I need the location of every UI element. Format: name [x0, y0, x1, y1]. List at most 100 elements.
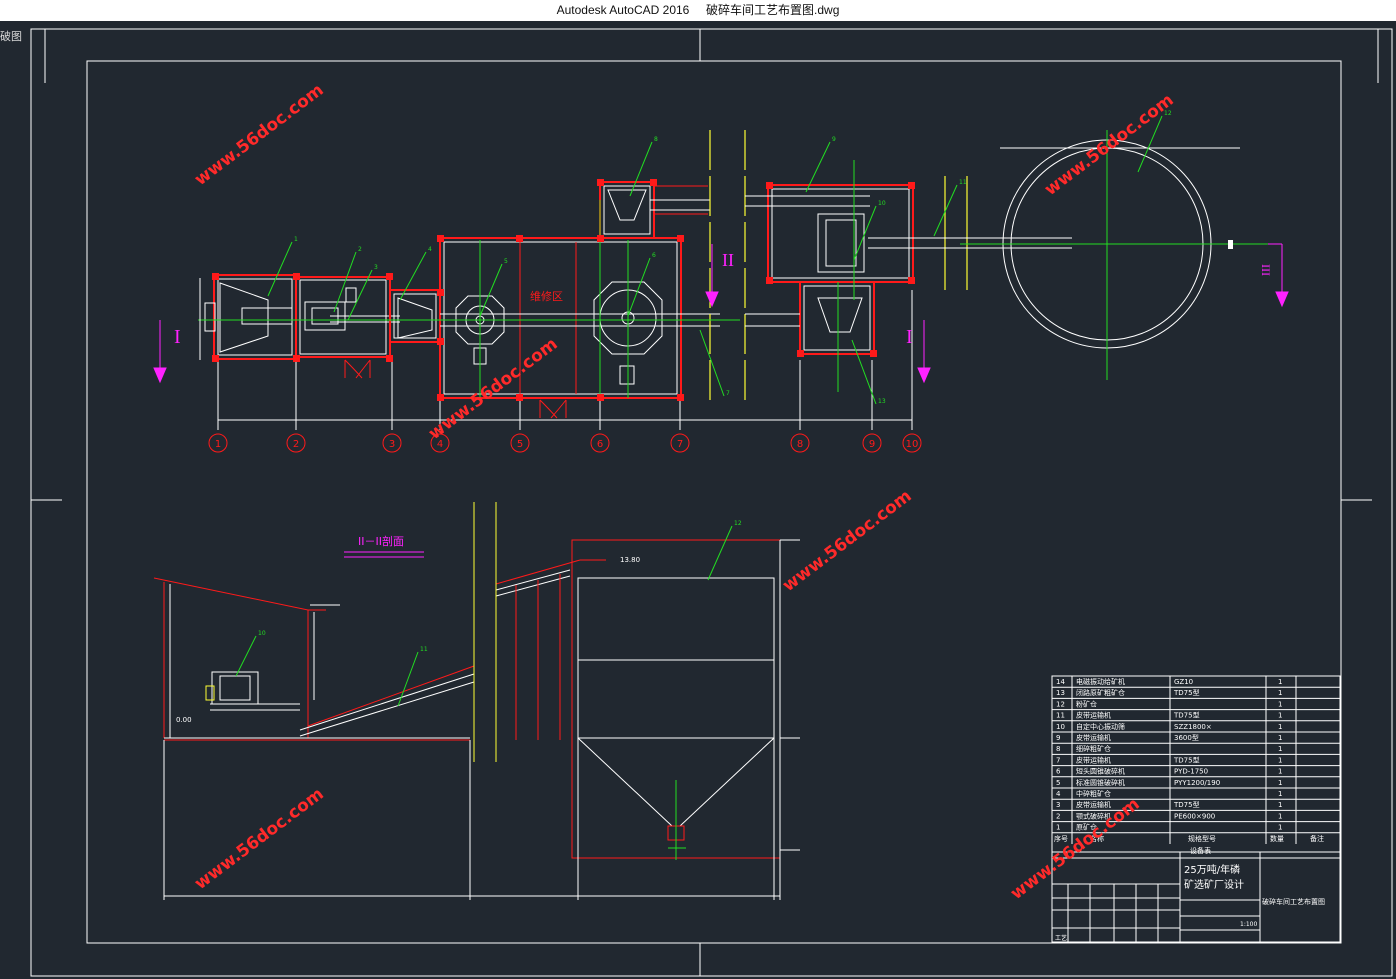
svg-text:10: 10	[906, 439, 919, 450]
svg-text:3: 3	[1056, 801, 1060, 809]
svg-text:PE600×900: PE600×900	[1174, 812, 1215, 820]
powder-silo-section	[571, 539, 781, 900]
plan-callout-1: 1	[267, 236, 298, 297]
svg-text:1: 1	[215, 439, 221, 450]
equipment-row: 12 粉矿仓 1	[1052, 699, 1340, 711]
axis-bubble-1: 1	[208, 433, 228, 453]
watermark-text: www.56doc.com	[779, 486, 916, 596]
svg-text:13: 13	[878, 398, 886, 405]
svg-text:7: 7	[677, 439, 683, 450]
svg-text:8: 8	[1056, 745, 1060, 753]
project-line-1: 25万吨/年磷	[1184, 863, 1240, 876]
svg-text:12: 12	[1056, 700, 1065, 708]
equipment-table-caption: 设备表	[1190, 846, 1211, 855]
equipment-row: 10 自定中心振动筛 SZZ1800× 1	[1052, 722, 1340, 733]
watermark-text: www.56doc.com	[1041, 90, 1178, 200]
watermark-text: www.56doc.com	[425, 334, 562, 444]
plan-view[interactable]: I I II III 维修区 1 2 3 4 5 6 7 8 9 10 12345678 91011…	[153, 110, 1289, 453]
svg-text:皮带运输机: 皮带运输机	[1076, 800, 1111, 809]
building-screen-house	[745, 184, 1072, 283]
svg-text:1: 1	[1278, 712, 1282, 720]
svg-text:4: 4	[428, 246, 432, 253]
watermark-text: www.56doc.com	[191, 80, 328, 190]
svg-text:4: 4	[1056, 790, 1061, 798]
section-markers	[153, 243, 1289, 384]
building-jaw-crusher	[295, 276, 400, 379]
svg-text:10: 10	[878, 200, 886, 207]
svg-text:TD75型: TD75型	[1173, 711, 1200, 720]
stage-label: 工艺	[1055, 934, 1067, 942]
axis-bubbles: 1 2 3 4 5 6 7 8 9 10	[208, 433, 922, 453]
section-mark-iii: III	[1259, 264, 1273, 276]
powder-silo-plan	[960, 130, 1270, 380]
svg-text:7: 7	[726, 390, 730, 397]
svg-text:1: 1	[1056, 824, 1060, 832]
svg-text:6: 6	[597, 439, 603, 450]
screen-house-section	[153, 577, 470, 741]
cad-drawing-canvas[interactable]: I I II III 维修区 1 2 3 4 5 6 7 8 9 10 12345678 91011…	[0, 21, 1396, 979]
building-medium-bin	[389, 289, 441, 343]
axis-bubble-10: 10	[902, 433, 922, 453]
conveyor-trestle	[515, 574, 561, 740]
equipment-row: 7 皮带运输机 TD75型 1	[1052, 755, 1340, 767]
svg-text:13: 13	[1056, 689, 1065, 697]
building-lower-bin	[745, 281, 875, 355]
building-fine-bin	[599, 181, 710, 239]
equipment-row: 6 短头圆锥破碎机 PYD-1750 1	[1052, 767, 1340, 778]
section-mark-i-left: I	[174, 326, 181, 348]
svg-text:9: 9	[1056, 734, 1060, 742]
title-block[interactable]: 25万吨/年磷 矿选矿厂设计 破碎车间工艺布置图 1:100 工艺	[1051, 851, 1341, 943]
vibrating-screen-section	[205, 671, 300, 711]
axis-bubble-3: 3	[382, 433, 402, 453]
watermark-text: www.56doc.com	[191, 784, 328, 894]
svg-text:5: 5	[1056, 779, 1060, 787]
watermarks: www.56doc.com www.56doc.com www.56doc.com w…	[191, 80, 1178, 904]
svg-text:1: 1	[1278, 768, 1282, 776]
plan-callouts: 12345678 910111213	[267, 110, 1172, 405]
svg-text:14: 14	[1056, 678, 1065, 686]
app-title: Autodesk AutoCAD 2016	[556, 3, 690, 17]
window-title-bar: Autodesk AutoCAD 2016 破碎车间工艺布置图.dwg	[0, 0, 1396, 21]
svg-text:序号: 序号	[1054, 834, 1068, 843]
building-raw-ore-bin	[204, 274, 297, 360]
plan-callout-6: 6	[627, 252, 656, 317]
svg-text:5: 5	[517, 439, 523, 450]
plan-callout-9: 9	[805, 136, 836, 193]
file-name: 破碎车间工艺布置图.dwg	[706, 3, 840, 17]
section-mark-i-right: I	[906, 326, 913, 348]
plan-callout-3: 3	[347, 264, 378, 321]
svg-text:1: 1	[1278, 779, 1282, 787]
svg-text:9: 9	[832, 136, 836, 143]
svg-text:1: 1	[294, 236, 298, 243]
svg-text:PYY1200/190: PYY1200/190	[1174, 779, 1220, 787]
svg-text:细碎粗矿仓: 细碎粗矿仓	[1076, 744, 1111, 753]
column-markers	[212, 179, 1233, 401]
plan-callout-11: 11	[933, 179, 967, 237]
svg-text:电磁振动给矿机: 电磁振动给矿机	[1076, 677, 1125, 686]
equipment-row: 4 中碎粗矿仓 1	[1052, 789, 1340, 800]
svg-text:GZ10: GZ10	[1174, 678, 1193, 686]
svg-text:PYD-1750: PYD-1750	[1174, 768, 1208, 776]
axis-bubble-6: 6	[590, 433, 610, 453]
section-callouts: 10 11 12	[235, 520, 742, 707]
equipment-row: 14 电磁振动给矿机 GZ10 1	[1052, 677, 1340, 688]
svg-text:10: 10	[258, 630, 266, 637]
svg-text:1: 1	[1278, 756, 1282, 764]
equipment-row: 11 皮带运输机 TD75型 1	[1052, 711, 1340, 722]
svg-text:11: 11	[959, 179, 967, 186]
svg-text:6: 6	[652, 252, 656, 259]
svg-text:皮带运输机: 皮带运输机	[1076, 711, 1111, 720]
svg-text:3: 3	[374, 264, 378, 271]
equipment-row: 5 标准圆锥破碎机 PYY1200/190 1	[1052, 778, 1340, 789]
svg-text:TD75型: TD75型	[1173, 755, 1200, 764]
svg-text:1: 1	[1278, 824, 1282, 832]
svg-text:自定中心振动筛: 自定中心振动筛	[1076, 722, 1125, 731]
svg-text:3: 3	[389, 439, 395, 450]
svg-text:6: 6	[1056, 768, 1061, 776]
svg-text:1: 1	[1278, 790, 1282, 798]
svg-text:5: 5	[504, 258, 508, 265]
svg-text:1: 1	[1278, 678, 1282, 686]
section-callout-10: 10	[235, 630, 266, 677]
svg-text:闭路原矿粗矿仓: 闭路原矿粗矿仓	[1076, 688, 1125, 697]
drawing-title: 破碎车间工艺布置图	[1262, 897, 1325, 906]
